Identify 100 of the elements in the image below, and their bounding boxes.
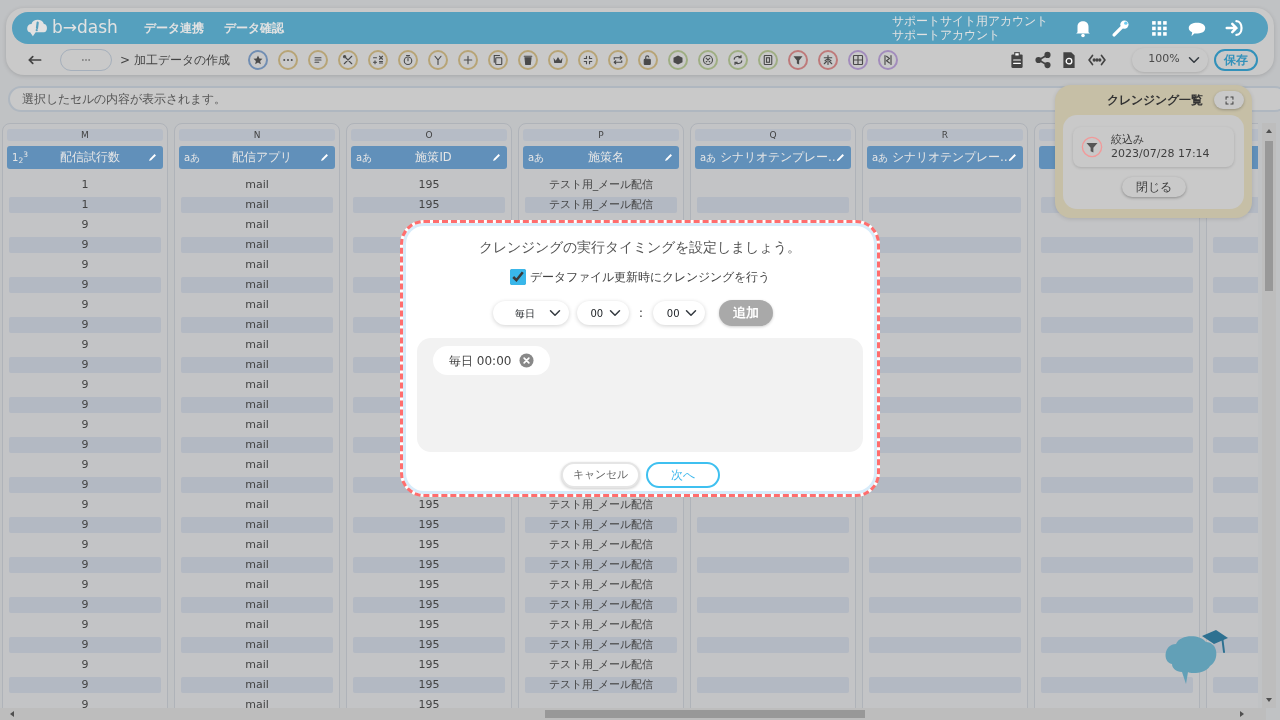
table-cell-text: 195 [417,617,441,633]
table-cell: 195 [353,197,505,213]
table-cell: 9 [9,237,161,253]
column-letter: M [7,129,163,141]
type-label: aあ [356,151,374,165]
table-cell: 9 [9,517,161,533]
hour-select[interactable]: 00 [576,301,629,325]
table-cell-text: mail [244,177,270,193]
frequency-select[interactable]: 毎日 [492,301,569,325]
table-cell: 195 [353,517,505,533]
table-cell: 9 [9,317,161,333]
table-cell: 9 [9,357,161,373]
table-cell: テスト用_メール配信 [525,557,677,573]
table-cell: mail [181,197,333,213]
table-cell: mail [181,597,333,613]
nav-link[interactable]: データ確認 [223,19,284,37]
table-cell: テスト用_メール配信 [525,677,677,693]
table-cell-text: mail [244,617,270,633]
table-cell-text: 9 [80,577,90,593]
table-cell-text: 1 [80,177,90,193]
table-cell-text: テスト用_メール配信 [547,657,655,673]
table-cell: mail [181,477,333,493]
table-cell: mail [181,437,333,453]
table-cell-text: 9 [80,337,90,353]
table-cell: mail [181,277,333,293]
type-label: aあ [872,151,890,165]
table-cell-text: 9 [80,297,90,313]
column-header[interactable]: aあ 施策名 [523,146,679,169]
table-cell: mail [181,357,333,373]
logo-text: b→dash [52,16,118,40]
column-letter: Q [695,129,851,141]
table-cell-text: テスト用_メール配信 [547,617,655,633]
table-cell-text: mail [244,697,270,713]
column-letter: P [523,129,679,141]
column-header[interactable]: aあ シナリオテンプレー… [867,146,1023,169]
table-cell: テスト用_メール配信 [525,517,677,533]
next-button[interactable]: 次へ [645,462,720,488]
column-letter: R [867,129,1023,141]
close-button[interactable]: 閉じる [1121,177,1186,197]
table-cell-text: 195 [417,577,441,593]
table-cell: 1 [9,197,161,213]
table-cell: 195 [353,637,505,653]
column-header[interactable]: aあ 施策ID [351,146,507,169]
table-cell-text: 195 [417,497,441,513]
table-cell: mail [181,557,333,573]
table-cell-text: mail [244,217,270,233]
table-cell: mail [181,677,333,693]
table-cell: mail [181,637,333,653]
column-letter: O [351,129,507,141]
table-cell: mail [181,237,333,253]
item-label: 絞込み [1111,133,1145,147]
cancel-button[interactable]: キャンセル [560,462,640,488]
table-cell-text: 9 [80,377,90,393]
table-cell: テスト用_メール配信 [525,597,677,613]
table-cell: 9 [9,277,161,293]
table-cell-text: 195 [417,697,441,713]
nav-link[interactable]: データ連携 [143,19,204,37]
table-cell: 9 [9,557,161,573]
table-cell-text: 195 [417,177,441,193]
table-cell-text: mail [244,377,270,393]
table-cell-text: mail [244,337,270,353]
table-cell-text: 9 [80,497,90,513]
time-separator: : [638,304,644,323]
table-cell-text: テスト用_メール配信 [547,577,655,593]
column-header[interactable]: aあ シナリオテンプレー… [695,146,851,169]
table-cell-text: mail [244,257,270,273]
table-cell: 195 [353,557,505,573]
column-letter: N [179,129,335,141]
save-button[interactable]: 保存 [1214,48,1258,71]
zoom-select[interactable]: 100% [1132,47,1208,72]
panel-title: クレンジング一覧 [1107,92,1203,109]
table-cell: 9 [9,437,161,453]
table-cell: 195 [353,677,505,693]
table-cell-text: mail [244,657,270,673]
table-cell-text: 9 [80,257,90,273]
table-cell-text: mail [244,577,270,593]
table-cell-text: 9 [80,697,90,713]
dialog-title: クレンジングの実行タイミングを設定しましょう。 [478,238,802,257]
cleansing-item[interactable]: 絞込み 2023/07/28 17:14 [1073,127,1234,167]
column-header[interactable]: aあ 配信アプリ [179,146,335,169]
table-cell: 9 [9,477,161,493]
table-cell-text: 9 [80,457,90,473]
column-title: 施策名 [586,148,625,166]
type-label: aあ [184,151,202,165]
table-cell-text: 9 [80,417,90,433]
table-cell-text: 9 [80,217,90,233]
table-cell: 9 [9,597,161,613]
table-cell: 9 [9,677,161,693]
checkbox-label: データファイル更新時にクレンジングを行う [530,269,770,286]
item-time: 2023/07/28 17:14 [1111,147,1210,161]
table-cell: mail [181,397,333,413]
column-title: 配信アプリ [230,148,293,166]
table-cell-text: 195 [417,657,441,673]
table-cell: 9 [9,637,161,653]
table-cell: mail [181,317,333,333]
table-cell: テスト用_メール配信 [525,637,677,653]
minute-select[interactable]: 00 [653,301,706,325]
table-cell-text: 9 [80,657,90,673]
table-cell-text: mail [244,457,270,473]
table-cell-text: mail [244,297,270,313]
